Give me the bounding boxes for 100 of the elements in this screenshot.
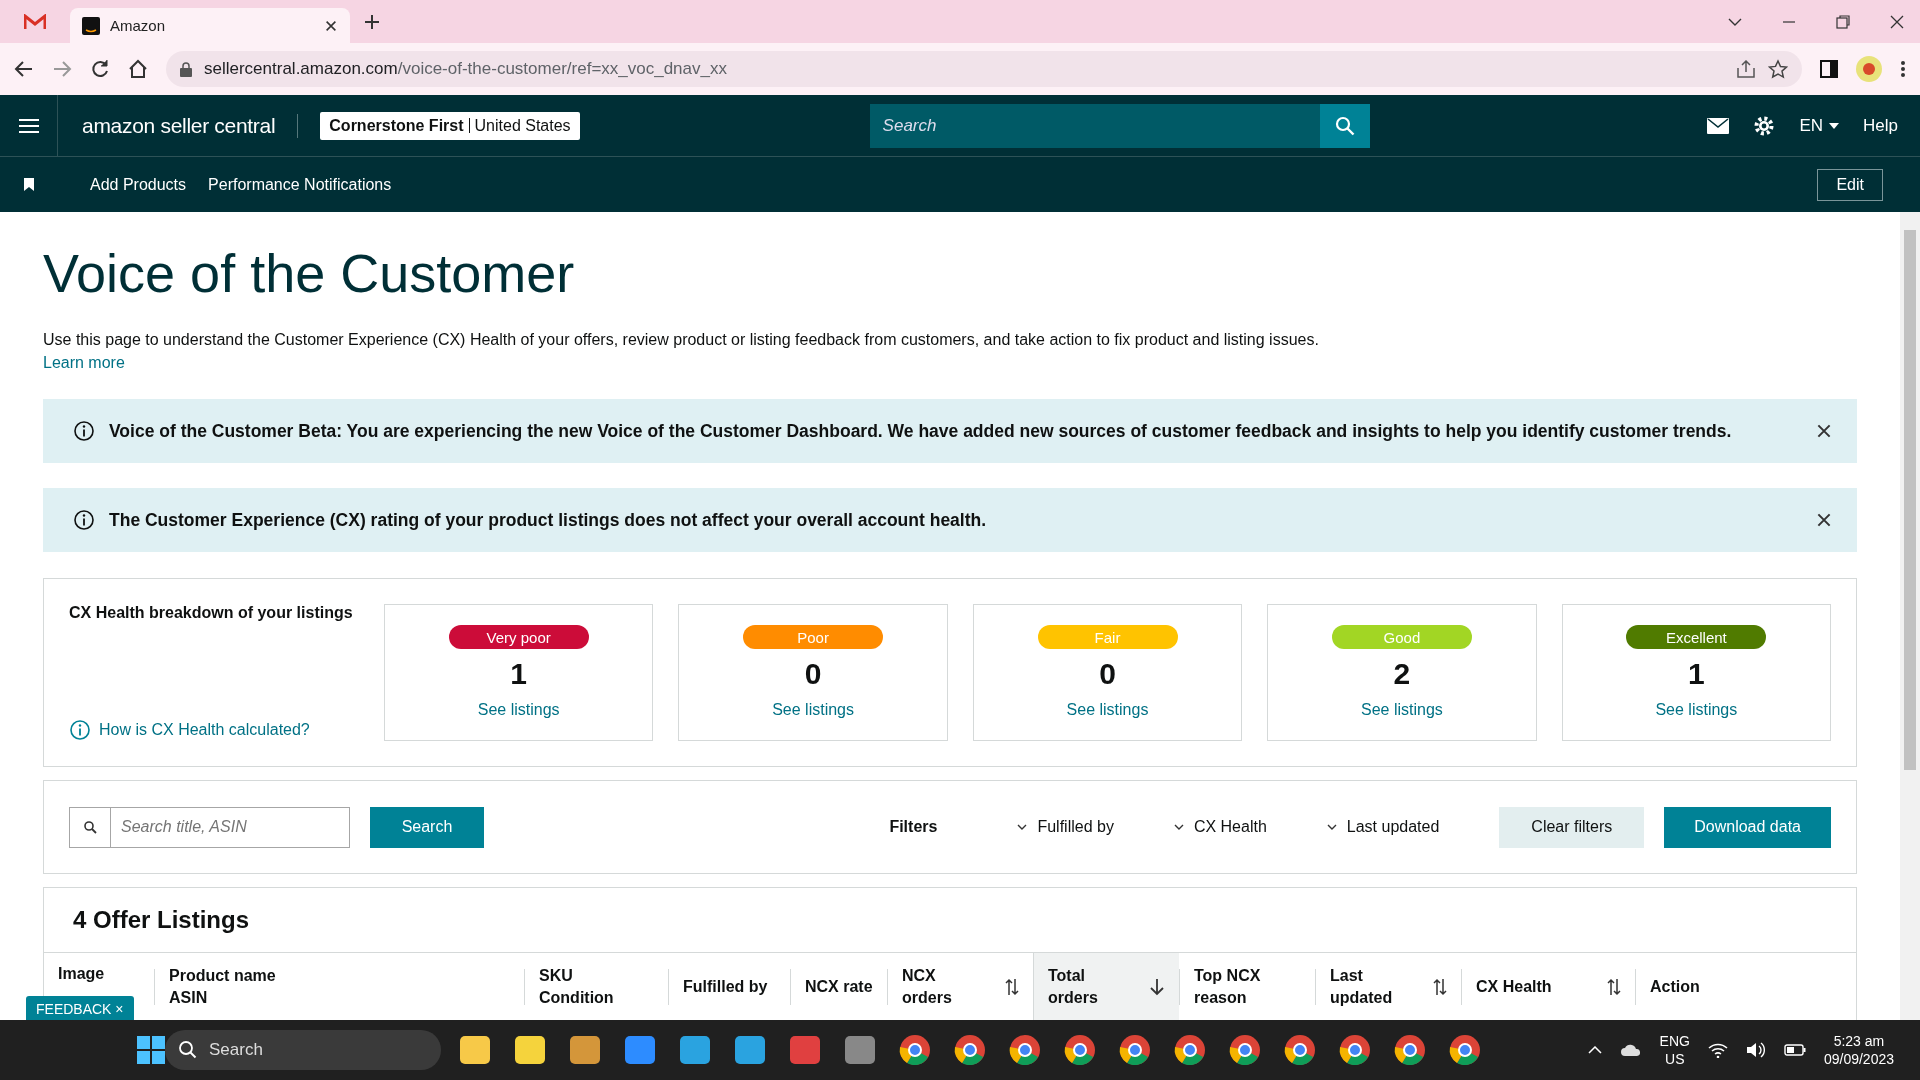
column-header[interactable]: CX Health xyxy=(1476,976,1601,998)
listing-count: 0 xyxy=(1099,657,1116,691)
bookmark-icon[interactable] xyxy=(24,178,34,191)
column-header[interactable]: SKU Condition xyxy=(539,965,654,1009)
windows-start-icon[interactable] xyxy=(137,1036,165,1064)
app-icon[interactable] xyxy=(732,1033,768,1067)
home-icon[interactable] xyxy=(128,59,148,79)
column-header[interactable]: Last updated xyxy=(1330,965,1427,1009)
chevron-up-icon[interactable] xyxy=(1587,1046,1602,1054)
forward-icon[interactable] xyxy=(52,59,72,79)
browser-app-icon[interactable] xyxy=(897,1033,933,1067)
column-header[interactable]: Top NCX reason xyxy=(1194,965,1301,1009)
filter-dropdown[interactable]: CX Health xyxy=(1173,818,1267,836)
new-tab-icon[interactable] xyxy=(364,13,380,30)
language-selector[interactable]: EN xyxy=(1799,115,1840,136)
see-listings-link[interactable]: See listings xyxy=(772,701,854,719)
language-indicator[interactable]: ENG US xyxy=(1659,1032,1690,1068)
help-link[interactable]: How is CX Health calculated? xyxy=(99,721,310,739)
see-listings-link[interactable]: See listings xyxy=(477,701,560,719)
sort-descending-icon[interactable] xyxy=(1149,978,1165,996)
speaker-icon[interactable] xyxy=(1745,1042,1766,1058)
close-icon[interactable] xyxy=(1815,422,1833,440)
filter-dropdown[interactable]: Last updated xyxy=(1326,818,1440,836)
search-button[interactable] xyxy=(1319,103,1370,148)
column-header[interactable]: Image xyxy=(58,963,140,985)
info-banner: The Customer Experience (CX) rating of your product listings does not affect your overall account health. xyxy=(43,488,1857,552)
listing-count: 2 xyxy=(1393,657,1411,691)
nav-link[interactable]: Add Products xyxy=(90,175,187,194)
sort-icon[interactable] xyxy=(1005,978,1019,996)
more-icon[interactable] xyxy=(1900,60,1906,78)
app-icon[interactable] xyxy=(622,1033,658,1067)
mail-app-icon[interactable] xyxy=(24,13,46,30)
column-header[interactable]: NCX orders xyxy=(902,965,999,1009)
logo-text[interactable]: amazon seller central xyxy=(82,113,299,138)
chevron-down-icon xyxy=(1326,824,1337,830)
page-description: Use this page to understand the Customer Experience (CX) Health of your offers, review product or listing feedback from customers, and take action to fix product and listing issues. xyxy=(43,331,1319,348)
search-field[interactable]: Search title, ASIN xyxy=(69,806,350,848)
clock[interactable]: 5:23 am 09/09/2023 xyxy=(1823,1032,1894,1068)
nav-link[interactable]: Performance Notifications xyxy=(208,175,392,194)
info-icon xyxy=(73,420,95,442)
browser-app-icon[interactable] xyxy=(952,1033,988,1067)
browser-app-icon[interactable] xyxy=(1447,1033,1483,1067)
app-icon[interactable] xyxy=(512,1033,548,1067)
close-window-icon[interactable] xyxy=(1890,14,1904,29)
taskbar-search[interactable]: Search xyxy=(165,1030,441,1070)
share-icon[interactable] xyxy=(1736,60,1756,78)
browser-app-icon[interactable] xyxy=(1007,1033,1043,1067)
filters-label: Filters xyxy=(889,818,938,836)
wifi-icon[interactable] xyxy=(1707,1042,1728,1058)
column-header[interactable]: Total orders xyxy=(1033,953,1179,1020)
status-badge: Very poor xyxy=(448,625,589,649)
search-field[interactable]: Search xyxy=(869,103,1320,148)
browser-app-icon[interactable] xyxy=(1227,1033,1263,1067)
clear-filters-button[interactable]: Clear filters xyxy=(1499,806,1645,848)
side-panel-icon[interactable] xyxy=(1820,60,1838,78)
restore-icon[interactable] xyxy=(1836,14,1850,29)
chevron-down-icon xyxy=(1017,824,1028,830)
profile-avatar[interactable] xyxy=(1856,56,1882,82)
column-header[interactable]: Action xyxy=(1650,976,1741,998)
browser-app-icon[interactable] xyxy=(1172,1033,1208,1067)
browser-app-icon[interactable] xyxy=(1117,1033,1153,1067)
app-icon[interactable] xyxy=(842,1033,878,1067)
edit-button[interactable]: Edit xyxy=(1817,168,1883,201)
cloud-icon[interactable] xyxy=(1619,1043,1642,1057)
download-button[interactable]: Download data xyxy=(1664,806,1831,848)
store-selector[interactable]: Cornerstone First United States xyxy=(320,111,580,140)
browser-app-icon[interactable] xyxy=(1392,1033,1428,1067)
browser-app-icon[interactable] xyxy=(1282,1033,1318,1067)
column-header[interactable]: NCX rate xyxy=(805,976,873,998)
browser-app-icon[interactable] xyxy=(1062,1033,1098,1067)
menu-icon[interactable] xyxy=(18,117,39,134)
browser-tab[interactable]: Amazon xyxy=(70,8,350,43)
sort-icon[interactable] xyxy=(1607,978,1621,996)
column-header[interactable]: Product name ASIN xyxy=(169,965,510,1009)
close-tab-icon[interactable] xyxy=(324,18,338,33)
see-listings-link[interactable]: See listings xyxy=(1361,701,1443,719)
see-listings-link[interactable]: See listings xyxy=(1655,701,1738,719)
back-icon[interactable] xyxy=(14,59,34,79)
mail-icon[interactable] xyxy=(1707,117,1730,134)
battery-icon[interactable] xyxy=(1783,1044,1806,1056)
close-icon[interactable] xyxy=(1815,511,1833,529)
see-listings-link[interactable]: See listings xyxy=(1066,701,1149,719)
search-button[interactable]: Search xyxy=(370,806,484,848)
column-header[interactable]: Fulfilled by xyxy=(683,976,776,998)
sort-icon[interactable] xyxy=(1433,978,1447,996)
chevron-down-icon[interactable] xyxy=(1728,16,1742,27)
app-icon[interactable] xyxy=(457,1033,493,1067)
reload-icon[interactable] xyxy=(90,59,110,79)
browser-app-icon[interactable] xyxy=(1337,1033,1373,1067)
filter-dropdown[interactable]: Fulfilled by xyxy=(1017,818,1114,836)
learn-more-link[interactable]: Learn more xyxy=(43,354,125,371)
app-icon[interactable] xyxy=(677,1033,713,1067)
feedback-button[interactable]: FEEDBACK × xyxy=(26,996,134,1022)
page-title: Voice of the Customer xyxy=(43,242,576,304)
star-icon[interactable] xyxy=(1768,59,1788,79)
search-icon xyxy=(83,820,97,834)
app-icon[interactable] xyxy=(567,1033,603,1067)
settings-icon[interactable] xyxy=(1753,114,1776,137)
help-link[interactable]: Help xyxy=(1863,115,1898,136)
address-bar[interactable]: sellercentral.amazon.com/voice-of-the-customer/ref=xx_voc_dnav_xx xyxy=(166,51,1802,87)
